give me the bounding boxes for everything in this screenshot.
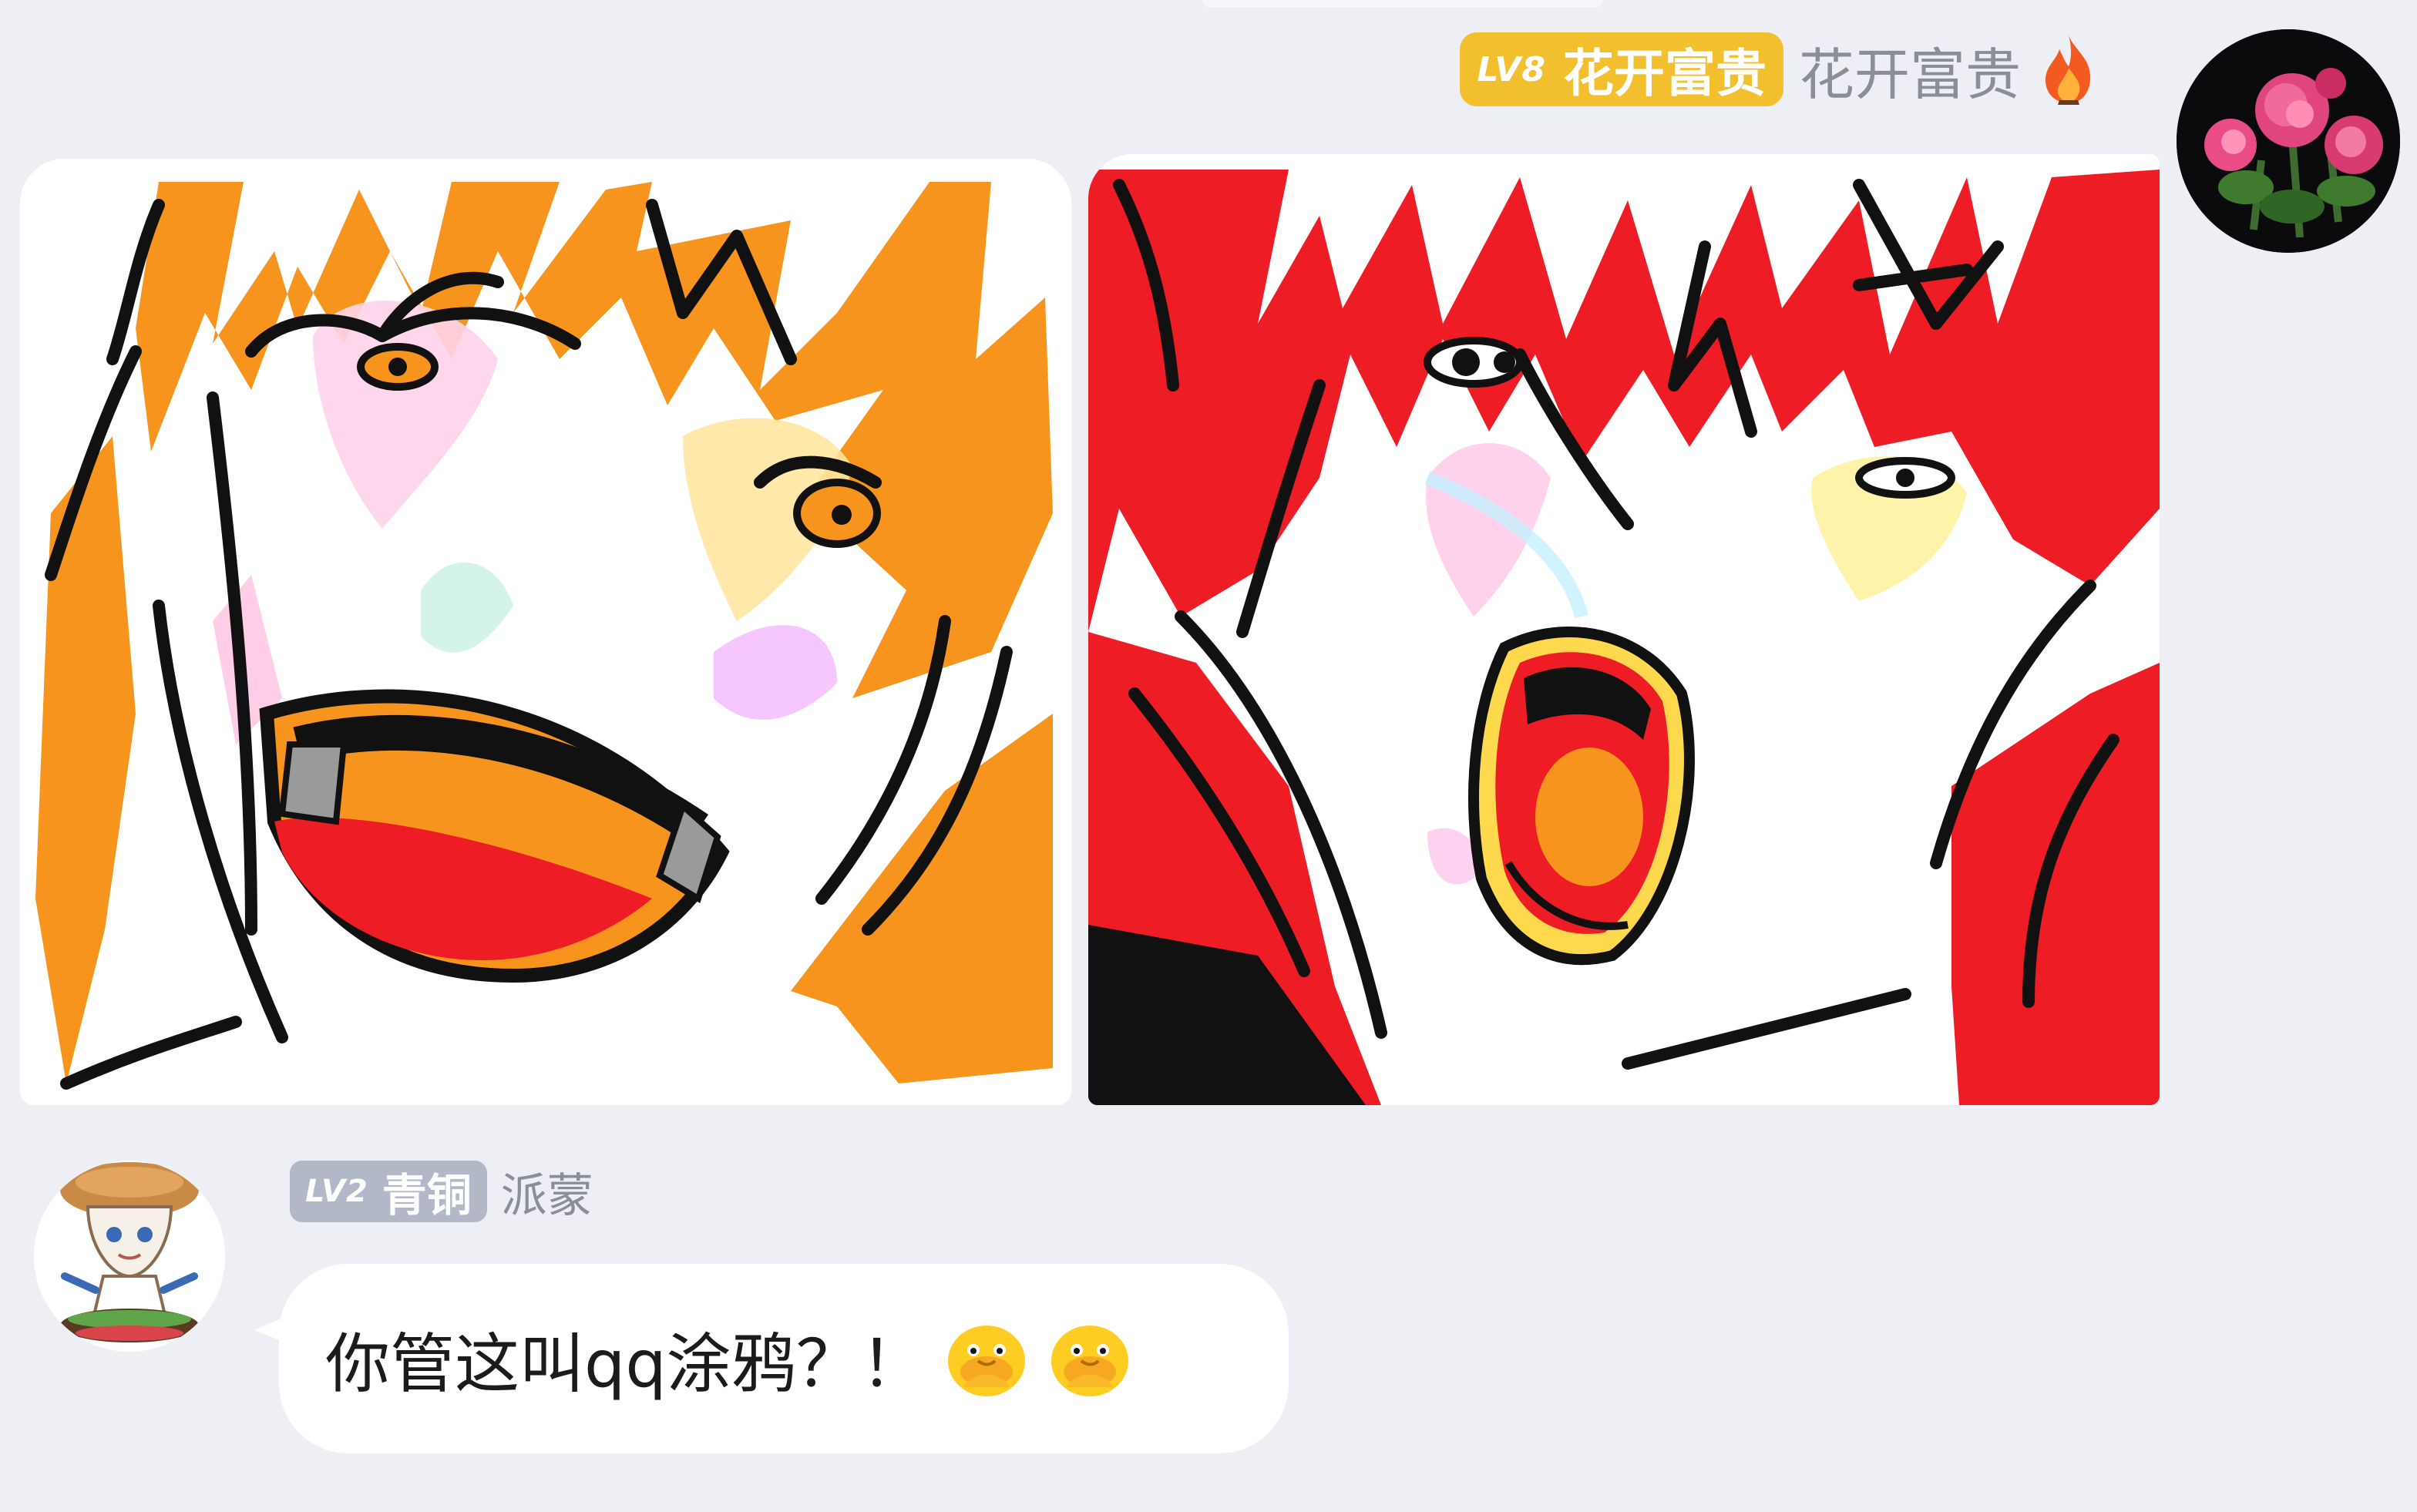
fire-icon: [2046, 35, 2091, 105]
paimon-character-avatar[interactable]: [34, 1161, 225, 1352]
level-badge[interactable]: LV2 青铜: [290, 1161, 487, 1222]
sender-nickname[interactable]: 花开富贵: [1799, 29, 2021, 110]
previous-message-edge: [1202, 0, 1603, 8]
orange-haired-laughing-doodle: [20, 159, 1071, 1105]
cowering-duck-emoji: [947, 1326, 1025, 1396]
level-text: LV8: [1477, 49, 1546, 89]
meme-image-red[interactable]: [1088, 154, 2160, 1105]
level-text: LV2: [305, 1174, 368, 1209]
level-badge[interactable]: LV8 花开富贵: [1460, 32, 1783, 106]
meme-image-orange[interactable]: [20, 159, 1071, 1105]
cowering-duck-emoji: [1051, 1326, 1128, 1396]
rank-title: 花开富贵: [1562, 44, 1767, 103]
peony-flower-avatar[interactable]: [2177, 29, 2400, 253]
message-text: 你管这叫qq涂鸦？！: [325, 1326, 926, 1402]
sender-nickname[interactable]: 派蒙: [501, 1158, 593, 1225]
rank-title: 青铜: [382, 1169, 472, 1221]
message-bubble[interactable]: 你管这叫qq涂鸦？！: [279, 1264, 1289, 1453]
reply-sender-header: LV2 青铜 派蒙: [290, 1159, 593, 1224]
red-haired-screaming-doodle: [1088, 154, 2160, 1105]
message-content: 你管这叫qq涂鸦？！: [325, 1264, 1132, 1453]
sender-header: LV8 花开富贵 花开富贵: [1460, 31, 2101, 108]
